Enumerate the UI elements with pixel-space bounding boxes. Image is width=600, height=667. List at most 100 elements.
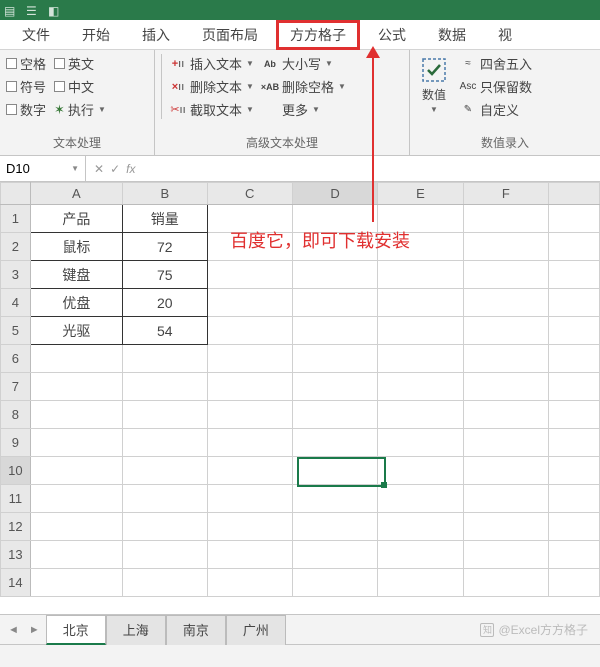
cell-D4[interactable] [292,289,377,317]
cell-D12[interactable] [292,513,377,541]
cell-C3[interactable] [207,261,292,289]
cell-F5[interactable] [463,317,548,345]
row-header-5[interactable]: 5 [1,317,31,345]
row-header-14[interactable]: 14 [1,569,31,597]
row-header-7[interactable]: 7 [1,373,31,401]
cell-6[interactable] [549,345,600,373]
cell-C11[interactable] [207,485,292,513]
row-header-12[interactable]: 12 [1,513,31,541]
cell-A13[interactable] [30,541,122,569]
row-header-11[interactable]: 11 [1,485,31,513]
cell-B14[interactable] [123,569,208,597]
checkbox-数字[interactable]: 数字 [6,100,46,119]
cell-A8[interactable] [30,401,122,429]
qat-icon[interactable]: ▤ [4,4,16,16]
cell-A14[interactable] [30,569,122,597]
cell-D7[interactable] [292,373,377,401]
cell-E13[interactable] [378,541,463,569]
cell-B13[interactable] [123,541,208,569]
col-header-[interactable] [549,183,600,205]
cell-B8[interactable] [123,401,208,429]
cell-F10[interactable] [463,457,548,485]
sheet-tab-南京[interactable]: 南京 [166,615,226,645]
cell-B3[interactable]: 75 [123,261,208,289]
cell-C13[interactable] [207,541,292,569]
accept-icon[interactable]: ✓ [110,162,120,176]
row-header-1[interactable]: 1 [1,205,31,233]
menu-tab-开始[interactable]: 开始 [68,20,124,50]
cell-D14[interactable] [292,569,377,597]
cell-F2[interactable] [463,233,548,261]
qat-icon[interactable]: ◧ [48,4,60,16]
cell-A10[interactable] [30,457,122,485]
cell-D3[interactable] [292,261,377,289]
cell-11[interactable] [549,485,600,513]
cell-D8[interactable] [292,401,377,429]
cell-5[interactable] [549,317,600,345]
cell-C6[interactable] [207,345,292,373]
cell-E10[interactable] [378,457,463,485]
row-header-3[interactable]: 3 [1,261,31,289]
select-all-corner[interactable] [1,183,31,205]
cell-F14[interactable] [463,569,548,597]
btn-只保留数[interactable]: Asc只保留数 [460,77,532,96]
cell-D9[interactable] [292,429,377,457]
col-header-F[interactable]: F [463,183,548,205]
menu-tab-插入[interactable]: 插入 [128,20,184,50]
col-header-D[interactable]: D [292,183,377,205]
cell-E3[interactable] [378,261,463,289]
cell-A4[interactable]: 优盘 [30,289,122,317]
cancel-icon[interactable]: ✕ [94,162,104,176]
cell-C7[interactable] [207,373,292,401]
cell-9[interactable] [549,429,600,457]
cell-B12[interactable] [123,513,208,541]
cell-7[interactable] [549,373,600,401]
btn-大小写[interactable]: Ab大小写▼ [262,54,346,73]
cell-B4[interactable]: 20 [123,289,208,317]
cell-8[interactable] [549,401,600,429]
sheet-tab-北京[interactable]: 北京 [46,615,106,645]
col-header-C[interactable]: C [207,183,292,205]
cell-2[interactable] [549,233,600,261]
row-header-2[interactable]: 2 [1,233,31,261]
cell-E7[interactable] [378,373,463,401]
cell-F11[interactable] [463,485,548,513]
cell-F1[interactable] [463,205,548,233]
cell-A6[interactable] [30,345,122,373]
sheet-tab-上海[interactable]: 上海 [106,615,166,645]
cell-F8[interactable] [463,401,548,429]
btn-插入文本[interactable]: +ıı插入文本▼ [170,54,254,73]
cell-F12[interactable] [463,513,548,541]
cell-B9[interactable] [123,429,208,457]
cell-E6[interactable] [378,345,463,373]
cell-A7[interactable] [30,373,122,401]
col-header-E[interactable]: E [378,183,463,205]
cell-F3[interactable] [463,261,548,289]
btn-截取文本[interactable]: ✂ıı截取文本▼ [170,100,254,119]
cell-13[interactable] [549,541,600,569]
cell-F13[interactable] [463,541,548,569]
cell-A9[interactable] [30,429,122,457]
cell-3[interactable] [549,261,600,289]
cell-A2[interactable]: 鼠标 [30,233,122,261]
cell-10[interactable] [549,457,600,485]
menu-tab-公式[interactable]: 公式 [364,20,420,50]
cell-E5[interactable] [378,317,463,345]
menu-tab-视[interactable]: 视 [484,20,526,50]
cell-B10[interactable] [123,457,208,485]
cell-E12[interactable] [378,513,463,541]
btn-删除文本[interactable]: ×ıı删除文本▼ [170,77,254,96]
cell-B1[interactable]: 销量 [123,205,208,233]
cell-D13[interactable] [292,541,377,569]
cell-A1[interactable]: 产品 [30,205,122,233]
checkbox-英文[interactable]: 英文 [54,54,106,73]
cell-F7[interactable] [463,373,548,401]
cell-B11[interactable] [123,485,208,513]
row-header-8[interactable]: 8 [1,401,31,429]
tab-nav-next[interactable]: ► [25,624,44,636]
checkbox-空格[interactable]: 空格 [6,54,46,73]
qat-icon[interactable]: ☰ [26,4,38,16]
cell-B2[interactable]: 72 [123,233,208,261]
tab-nav-prev[interactable]: ◄ [4,624,23,636]
cell-A12[interactable] [30,513,122,541]
